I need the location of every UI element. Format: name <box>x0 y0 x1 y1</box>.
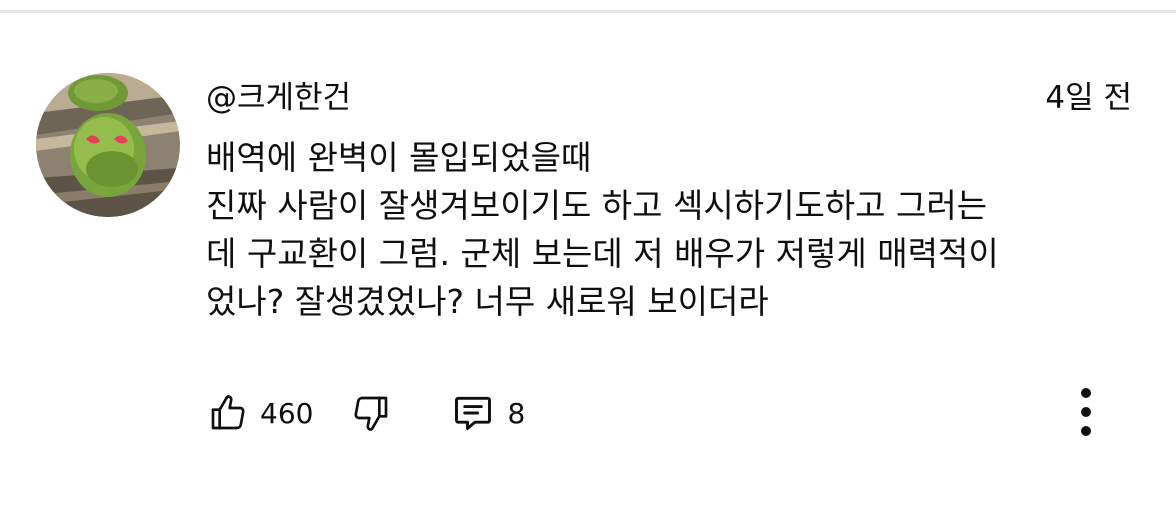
thumbs-up-icon <box>208 393 248 433</box>
thumbs-down-icon <box>351 393 391 433</box>
comment-actions: 460 8 <box>206 388 525 438</box>
like-count: 460 <box>260 396 314 430</box>
like-button[interactable]: 460 <box>208 393 313 433</box>
comment-line: 었나? 잘생겼었나? 너무 새로워 보이더라 <box>206 282 769 321</box>
comment-line: 배역에 완벽이 몰입되었을때 <box>206 138 592 177</box>
comment-text: 배역에 완벽이 몰입되었을때 진짜 사람이 잘생겨보이기도 하고 섹시하기도하고… <box>206 134 1156 326</box>
reply-button[interactable]: 8 <box>451 391 525 435</box>
more-options-button[interactable] <box>1066 384 1106 444</box>
avatar-image <box>36 73 180 217</box>
dislike-button[interactable] <box>351 393 391 433</box>
top-divider <box>0 10 1176 13</box>
comment-icon <box>451 391 495 435</box>
comment-line: 데 구교환이 그럼. 군체 보는데 저 배우가 저렇게 매력적이 <box>206 234 999 273</box>
more-vertical-icon <box>1080 387 1092 441</box>
reply-count: 8 <box>507 396 526 430</box>
comment-line: 진짜 사람이 잘생겨보이기도 하고 섹시하기도하고 그러는 <box>206 186 988 225</box>
avatar[interactable] <box>36 73 180 217</box>
comment-timestamp: 4일 전 <box>1045 80 1132 116</box>
comment-author[interactable]: @크게한건 <box>206 78 351 118</box>
